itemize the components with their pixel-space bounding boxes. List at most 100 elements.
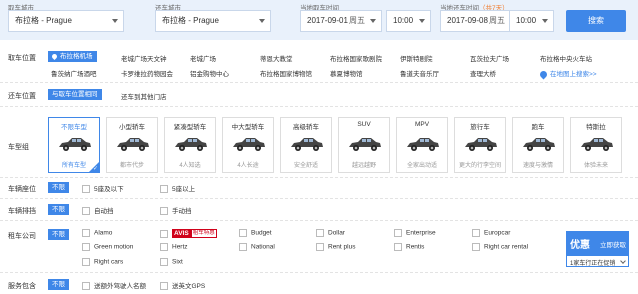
checkbox[interactable]	[160, 258, 168, 266]
pickup-location-item[interactable]: 鲁道夫音乐厅	[400, 68, 439, 78]
checkbox[interactable]	[472, 229, 480, 237]
promo-header: 优惠 立即获取	[567, 232, 628, 256]
map-search-link[interactable]: 在地图上搜索>>	[538, 68, 597, 80]
return-same-location[interactable]: 与取车位置相同	[48, 89, 102, 100]
car-type-card[interactable]: 特斯拉 体验未来	[570, 117, 622, 173]
company-label: 租车公司	[8, 233, 36, 240]
service-option[interactable]: 送额外驾驶人名额	[82, 280, 146, 291]
pickup-weekday: 周五	[349, 16, 365, 25]
checkbox[interactable]	[239, 243, 247, 251]
seats-all-tag[interactable]: 不限	[48, 182, 69, 193]
company-option-europcar[interactable]: Europcar	[472, 229, 510, 237]
service-label: 服务包含	[8, 283, 36, 290]
transmission-option[interactable]: 手动挡	[160, 205, 192, 216]
pickup-time-select[interactable]: 10:00	[386, 10, 431, 32]
company-option-right-car-rental[interactable]: Right car rental	[472, 243, 528, 251]
transmission-all-tag[interactable]: 不限	[48, 204, 69, 215]
search-button[interactable]: 搜索	[566, 10, 626, 32]
pickup-location-item[interactable]: 老城广场	[190, 53, 216, 63]
transmission-option[interactable]: 自动挡	[82, 205, 114, 216]
return-city-input[interactable]: 布拉格 - Prague	[155, 10, 271, 32]
pickup-location-item[interactable]: 蒂恩大教堂	[260, 53, 293, 63]
car-type-label: 车型组	[8, 144, 29, 151]
car-type-desc: 速度与激情	[522, 163, 553, 169]
car-type-card[interactable]: 小型轿车 都市代步	[106, 117, 158, 173]
return-time-select[interactable]: 10:00	[509, 10, 554, 32]
checkbox[interactable]	[316, 229, 324, 237]
pickup-location-item[interactable]: 鲁茨纳广场酒吧	[51, 68, 97, 78]
checkbox[interactable]	[239, 229, 247, 237]
return-time-value: 10:00	[516, 16, 537, 25]
car-type-card[interactable]: 不限车型 所有车型 ✓	[48, 117, 100, 173]
checkbox[interactable]	[160, 207, 168, 216]
checkbox[interactable]	[82, 229, 90, 237]
checkbox[interactable]	[82, 207, 90, 216]
company-all-tag[interactable]: 不限	[48, 229, 69, 240]
chevron-down-icon[interactable]	[620, 258, 626, 264]
transmission-label: 车辆排挡	[8, 208, 36, 215]
company-option-rentis[interactable]: Rentis	[394, 243, 424, 251]
car-icon	[405, 135, 441, 153]
company-option-right-cars[interactable]: Right cars	[82, 258, 123, 266]
checkbox[interactable]	[160, 243, 168, 251]
pickup-location-item[interactable]: 伊斯特剧院	[400, 53, 433, 63]
car-type-card[interactable]: 跑车 速度与激情	[512, 117, 564, 173]
chevron-down-icon	[112, 19, 118, 23]
car-type-card[interactable]: 旅行车 更大的行李空间	[454, 117, 506, 173]
checkbox[interactable]	[160, 282, 168, 291]
company-option-rent-plus[interactable]: Rent plus	[316, 243, 355, 251]
pickup-location-airport[interactable]: 布拉格机场	[48, 51, 97, 62]
car-icon	[57, 135, 93, 153]
car-type-name: SUV	[357, 121, 371, 128]
car-type-name: 跑车	[531, 124, 545, 131]
service-all-tag[interactable]: 不限	[48, 279, 69, 290]
car-type-card[interactable]: 高级轿车 安全舒适	[280, 117, 332, 173]
seats-option[interactable]: 5座及以下	[82, 183, 124, 194]
map-pin-icon	[538, 69, 549, 80]
pickup-date-input[interactable]: 2017-09-01 周五	[300, 10, 382, 32]
company-option-national[interactable]: National	[239, 243, 275, 251]
checkbox[interactable]	[82, 258, 90, 266]
company-option-enterprise[interactable]: Enterprise	[394, 229, 436, 237]
pickup-location-item[interactable]: 老城广场天文钟	[121, 53, 167, 63]
pickup-location-item[interactable]: 瓦茨拉夫广场	[470, 53, 509, 63]
service-option[interactable]: 送英文GPS	[160, 280, 205, 291]
car-icon	[521, 135, 557, 153]
pickup-location-item[interactable]: 布拉格国家歌剧院	[330, 53, 382, 63]
seats-option[interactable]: 5座以上	[160, 183, 195, 194]
return-other-store[interactable]: 还车到其他门店	[121, 91, 167, 101]
car-type-card[interactable]: SUV 越远越野	[338, 117, 390, 173]
company-option-budget[interactable]: Budget	[239, 229, 272, 237]
checkbox[interactable]	[160, 229, 168, 238]
checkbox[interactable]	[82, 243, 90, 251]
checkbox[interactable]	[394, 229, 402, 237]
pickup-location-item[interactable]: 慕夏博物馆	[330, 68, 363, 78]
pickup-location-item[interactable]: 铝金购物中心	[190, 68, 229, 78]
car-icon	[173, 135, 209, 153]
pickup-location-item[interactable]: 卡罗维拉药物园会	[121, 68, 173, 78]
checkbox[interactable]	[82, 185, 90, 194]
company-option-hertz[interactable]: Hertz	[160, 243, 188, 251]
company-option-sixt[interactable]: Sixt	[160, 258, 183, 266]
pickup-location-item[interactable]: 查理大桥	[470, 68, 496, 78]
company-option-alamo[interactable]: Alamo	[82, 229, 112, 237]
promo-widget[interactable]: 优惠 立即获取 1家车行正在促销	[566, 231, 629, 267]
car-type-name: 小型轿车	[119, 124, 145, 131]
checkbox[interactable]	[316, 243, 324, 251]
company-option-avis[interactable]: AVIS 租车特惠	[160, 229, 217, 238]
checkbox[interactable]	[82, 282, 90, 291]
car-type-card[interactable]: 紧凑型轿车 4人知选	[164, 117, 216, 173]
checkbox[interactable]	[394, 243, 402, 251]
pickup-city-input[interactable]: 布拉格 - Prague	[8, 10, 124, 32]
car-type-card[interactable]: 中大型轿车 4人长途	[222, 117, 274, 173]
car-type-card[interactable]: MPV 全家出动适	[396, 117, 448, 173]
pickup-location-item[interactable]: 布拉格中央火车站	[540, 53, 592, 63]
company-option-green-motion[interactable]: Green motion	[82, 243, 133, 251]
car-icon	[579, 135, 615, 153]
checkbox[interactable]	[472, 243, 480, 251]
checkbox[interactable]	[160, 185, 168, 194]
company-option-dollar[interactable]: Dollar	[316, 229, 345, 237]
promo-get-now[interactable]: 立即获取	[600, 239, 626, 249]
car-type-name: 旅行车	[470, 124, 490, 131]
pickup-location-item[interactable]: 布拉格国家博物馆	[260, 68, 312, 78]
